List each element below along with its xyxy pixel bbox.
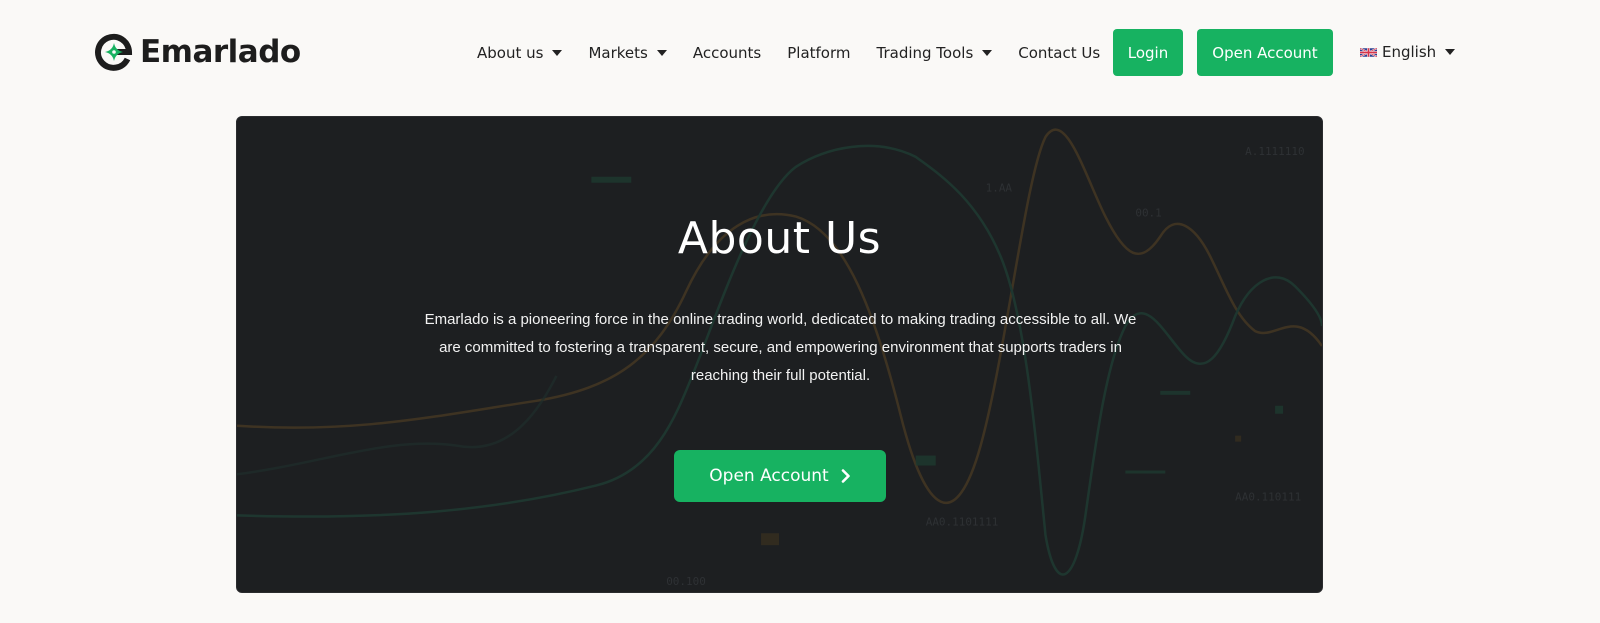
about-description: Emarlado is a pioneering force in the on… [424,311,1137,384]
nav-item-platform[interactable]: Platform [787,44,850,62]
svg-text:A.1111110: A.1111110 [1245,145,1304,158]
svg-text:AA0.110111: AA0.110111 [1235,490,1301,503]
caret-down-icon [1445,49,1456,55]
page-title: About Us [677,213,882,264]
nav-item-trading-tools[interactable]: Trading Tools [877,44,993,62]
brand-name: Emarlado [140,34,301,70]
login-button[interactable]: Login [1113,29,1183,76]
nav-item-label: About us [477,43,544,62]
site-header: Emarlado About us Markets Accounts Platf… [0,0,1600,105]
main-nav: About us Markets Accounts Platform Tradi… [477,29,1126,76]
logo[interactable]: Emarlado [94,31,301,73]
logo-icon [95,33,133,71]
nav-item-accounts[interactable]: Accounts [693,44,761,62]
uk-flag-icon [1360,46,1377,58]
hero-open-account-button[interactable]: Open Account [674,450,886,502]
nav-item-label: Trading Tools [876,43,974,62]
svg-text:00.100: 00.100 [666,575,706,588]
language-label: English [1382,43,1437,61]
nav-item-label: Platform [787,43,851,62]
open-account-button[interactable]: Open Account [1197,29,1333,76]
hero-open-account-label: Open Account [709,466,829,486]
caret-down-icon [656,49,667,56]
nav-item-contact-us[interactable]: Contact Us [1018,44,1100,62]
caret-down-icon [982,49,993,56]
nav-item-label: Markets [588,43,648,62]
chevron-right-icon [841,469,850,483]
about-hero: 1.AA 00.1 A.1111110 AA0.1101111 AA0.1101… [236,116,1323,593]
svg-text:1.AA: 1.AA [986,182,1013,195]
language-selector[interactable]: English [1360,41,1456,63]
nav-item-markets[interactable]: Markets [588,43,667,62]
svg-text:AA0.1101111: AA0.1101111 [926,515,999,528]
nav-item-about-us[interactable]: About us [477,43,563,62]
nav-item-label: Contact Us [1018,43,1101,62]
nav-item-label: Accounts [692,43,762,62]
caret-down-icon [552,49,563,56]
